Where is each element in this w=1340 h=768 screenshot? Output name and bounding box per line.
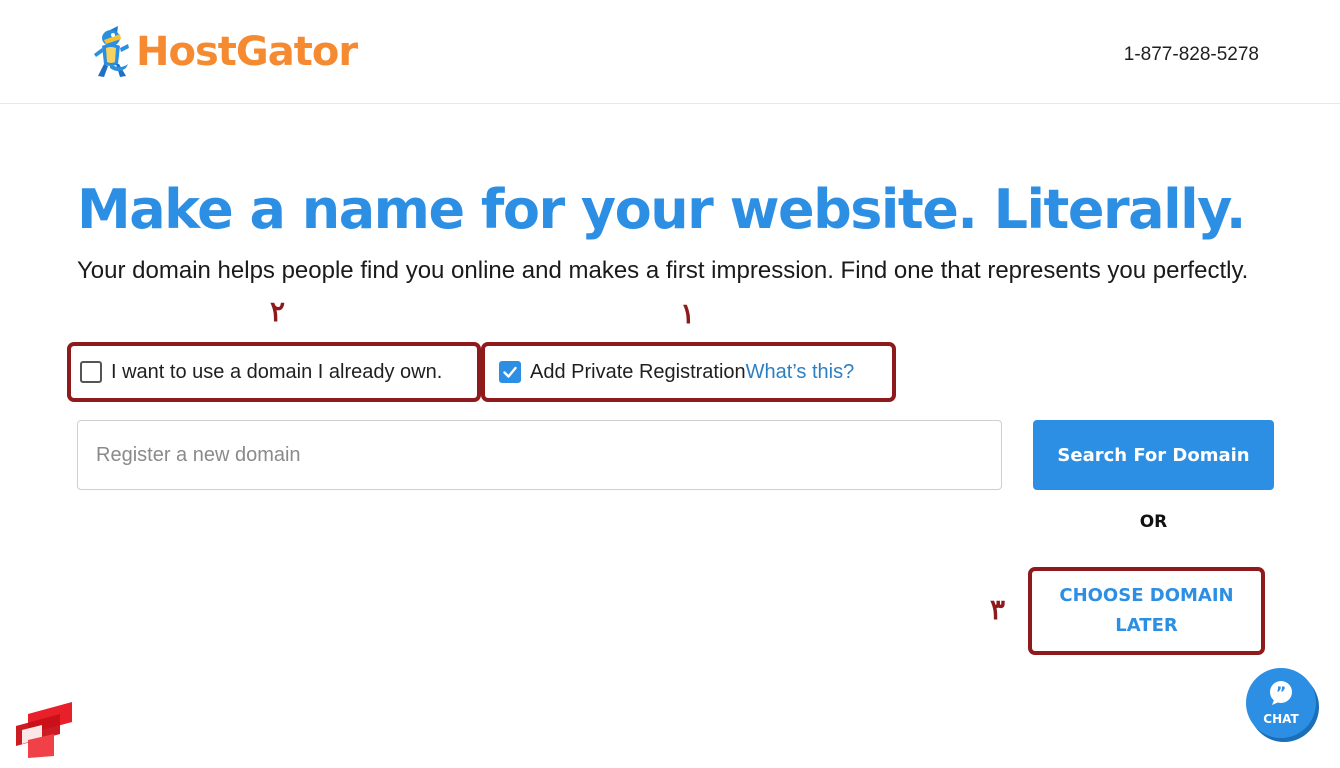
- choose-later-line1: CHOOSE DOMAIN: [1059, 585, 1234, 606]
- private-registration-checkbox[interactable]: [499, 361, 521, 383]
- annotation-marker-2: ۲: [270, 296, 286, 327]
- chat-bubble-icon: ”: [1270, 681, 1292, 705]
- own-domain-checkbox[interactable]: [80, 361, 102, 383]
- domain-search-input[interactable]: [77, 420, 1002, 490]
- private-registration-option[interactable]: Add Private Registration What’s this?: [481, 342, 896, 402]
- brand-name: HostGator: [136, 29, 358, 75]
- choose-later-line2: LATER: [1115, 615, 1178, 636]
- gator-mascot-icon: [94, 26, 129, 77]
- own-domain-option[interactable]: I want to use a domain I already own.: [67, 342, 481, 402]
- choose-domain-later-button[interactable]: CHOOSE DOMAIN LATER: [1037, 576, 1256, 646]
- private-registration-label[interactable]: Add Private Registration: [530, 361, 746, 384]
- annotation-marker-1: ۱: [680, 298, 696, 329]
- annotation-marker-3: ۳: [990, 594, 1006, 625]
- svg-text:”: ”: [1276, 683, 1287, 702]
- phone-number[interactable]: 1-877-828-5278: [1124, 44, 1259, 66]
- page-headline: Make a name for your website. Literally.: [77, 178, 1246, 241]
- own-domain-label[interactable]: I want to use a domain I already own.: [111, 361, 442, 384]
- chat-button[interactable]: ” CHAT: [1246, 668, 1316, 738]
- watermark-logo-icon: [16, 702, 72, 758]
- or-separator: OR: [1139, 512, 1168, 532]
- chat-label: CHAT: [1263, 712, 1299, 726]
- search-domain-button[interactable]: Search For Domain: [1033, 420, 1274, 490]
- page-subtext: Your domain helps people find you online…: [77, 257, 1249, 284]
- whats-this-link[interactable]: What’s this?: [746, 361, 855, 384]
- checkmark-icon: [503, 366, 517, 378]
- hostgator-logo[interactable]: HostGator: [90, 24, 358, 80]
- site-header: HostGator 1-877-828-5278: [0, 0, 1340, 104]
